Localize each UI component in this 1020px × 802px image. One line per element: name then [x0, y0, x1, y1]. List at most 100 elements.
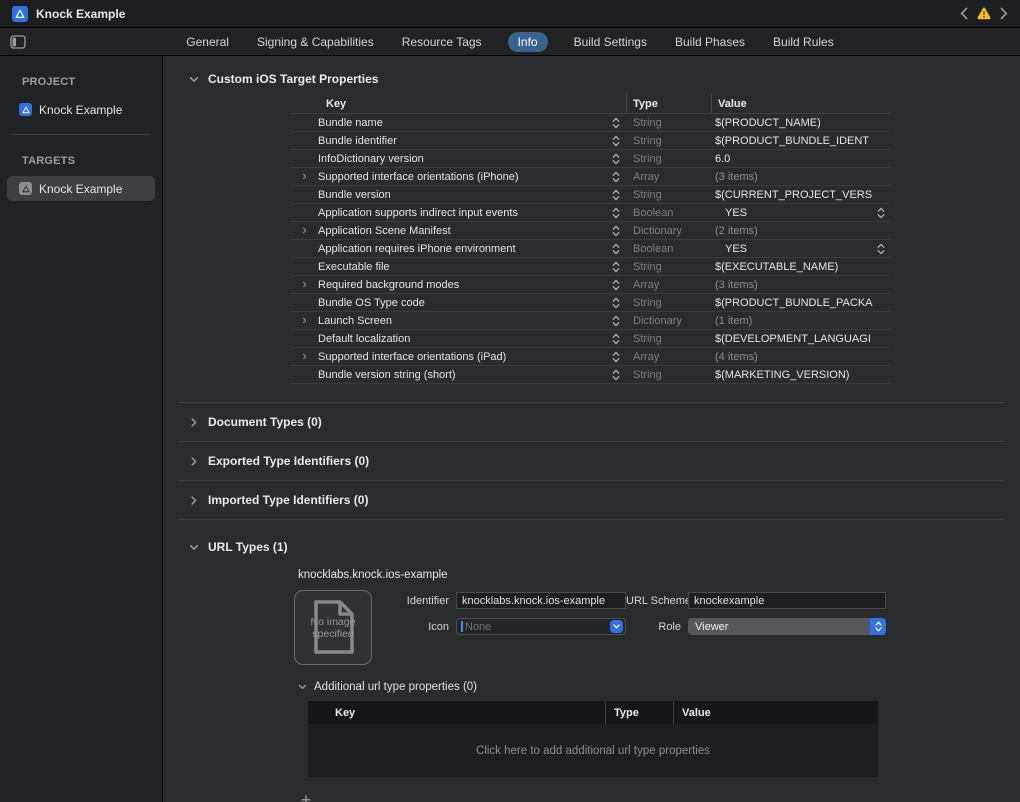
- property-key[interactable]: Application requires iPhone environment: [318, 243, 606, 255]
- row-disclosure-icon[interactable]: [291, 212, 318, 214]
- row-disclosure-icon[interactable]: ›: [291, 279, 318, 291]
- key-stepper-icon[interactable]: [606, 189, 626, 201]
- key-stepper-icon[interactable]: [606, 117, 626, 129]
- property-key[interactable]: Supported interface orientations (iPad): [318, 351, 606, 363]
- property-key[interactable]: Bundle OS Type code: [318, 297, 606, 309]
- row-disclosure-icon[interactable]: ›: [291, 351, 318, 363]
- property-value[interactable]: (4 items): [711, 351, 891, 363]
- key-stepper-icon[interactable]: [606, 279, 626, 291]
- sidebar-item-project[interactable]: Knock Example: [7, 97, 155, 122]
- table-row[interactable]: Application supports indirect input even…: [291, 204, 891, 222]
- row-disclosure-icon[interactable]: [291, 302, 318, 304]
- table-row[interactable]: Bundle version string (short) String $(M…: [291, 366, 891, 384]
- table-row[interactable]: Default localization String $(DEVELOPMEN…: [291, 330, 891, 348]
- property-value[interactable]: $(DEVELOPMENT_LANGUAGI: [711, 333, 891, 345]
- property-key[interactable]: Executable file: [318, 261, 606, 273]
- combobox-chevron-icon[interactable]: [610, 620, 623, 633]
- key-stepper-icon[interactable]: [606, 225, 626, 237]
- sidebar-item-target[interactable]: Knock Example: [7, 176, 155, 201]
- table-row[interactable]: › Supported interface orientations (iPad…: [291, 348, 891, 366]
- key-stepper-icon[interactable]: [606, 351, 626, 363]
- key-stepper-icon[interactable]: [606, 297, 626, 309]
- row-disclosure-icon[interactable]: ›: [291, 225, 318, 237]
- table-row[interactable]: › Launch Screen Dictionary (1 item): [291, 312, 891, 330]
- row-disclosure-icon[interactable]: [291, 266, 318, 268]
- property-key[interactable]: Default localization: [318, 333, 606, 345]
- row-disclosure-icon[interactable]: [291, 140, 318, 142]
- row-disclosure-icon[interactable]: [291, 374, 318, 376]
- identifier-input[interactable]: [456, 592, 626, 609]
- table-row[interactable]: InfoDictionary version String 6.0: [291, 150, 891, 168]
- property-key[interactable]: Bundle name: [318, 117, 606, 129]
- warning-icon[interactable]: [977, 7, 991, 20]
- table-row[interactable]: Bundle name String $(PRODUCT_NAME): [291, 114, 891, 132]
- row-disclosure-icon[interactable]: ›: [291, 315, 318, 327]
- table-row[interactable]: › Required background modes Array (3 ite…: [291, 276, 891, 294]
- key-stepper-icon[interactable]: [606, 369, 626, 381]
- tab-build-rules[interactable]: Build Rules: [771, 32, 836, 52]
- tab-info[interactable]: Info: [508, 32, 548, 52]
- property-value[interactable]: $(PRODUCT_BUNDLE_IDENT: [711, 135, 891, 147]
- table-row[interactable]: › Application Scene Manifest Dictionary …: [291, 222, 891, 240]
- property-value[interactable]: (3 items): [711, 279, 891, 291]
- boolean-value-popup[interactable]: YES: [711, 207, 891, 219]
- property-key[interactable]: Bundle identifier: [318, 135, 606, 147]
- key-stepper-icon[interactable]: [606, 135, 626, 147]
- property-key[interactable]: Application Scene Manifest: [318, 225, 606, 237]
- property-key[interactable]: Supported interface orientations (iPhone…: [318, 171, 606, 183]
- key-stepper-icon[interactable]: [606, 315, 626, 327]
- property-value[interactable]: $(PRODUCT_BUNDLE_PACKA: [711, 297, 891, 309]
- row-disclosure-icon[interactable]: [291, 338, 318, 340]
- boolean-value-popup[interactable]: YES: [711, 243, 891, 255]
- property-value[interactable]: $(CURRENT_PROJECT_VERS: [711, 189, 891, 201]
- url-schemes-input[interactable]: [688, 592, 886, 609]
- key-stepper-icon[interactable]: [606, 153, 626, 165]
- property-value[interactable]: (2 items): [711, 225, 891, 237]
- tab-build-phases[interactable]: Build Phases: [673, 32, 747, 52]
- key-stepper-icon[interactable]: [606, 207, 626, 219]
- property-key[interactable]: Launch Screen: [318, 315, 606, 327]
- table-row[interactable]: › Supported interface orientations (iPho…: [291, 168, 891, 186]
- key-stepper-icon[interactable]: [606, 333, 626, 345]
- key-stepper-icon[interactable]: [606, 171, 626, 183]
- section-document-types[interactable]: Document Types (0): [163, 415, 322, 429]
- property-key[interactable]: InfoDictionary version: [318, 153, 606, 165]
- section-url-types[interactable]: URL Types (1): [163, 540, 288, 554]
- role-popup-button[interactable]: Viewer: [688, 618, 886, 635]
- tab-build-settings[interactable]: Build Settings: [572, 32, 649, 52]
- nav-back-icon[interactable]: [960, 7, 968, 20]
- value-stepper-icon[interactable]: [877, 207, 885, 219]
- tab-signing-capabilities[interactable]: Signing & Capabilities: [255, 32, 376, 52]
- row-disclosure-icon[interactable]: [291, 248, 318, 250]
- nav-forward-icon[interactable]: [1000, 7, 1008, 20]
- table-row[interactable]: Bundle identifier String $(PRODUCT_BUNDL…: [291, 132, 891, 150]
- url-type-image-well[interactable]: No image specified: [294, 590, 372, 665]
- row-disclosure-icon[interactable]: [291, 122, 318, 124]
- value-stepper-icon[interactable]: [877, 243, 885, 255]
- table-row[interactable]: Executable file String $(EXECUTABLE_NAME…: [291, 258, 891, 276]
- add-url-type-button[interactable]: +: [296, 790, 316, 802]
- key-stepper-icon[interactable]: [606, 243, 626, 255]
- table-row[interactable]: Application requires iPhone environment …: [291, 240, 891, 258]
- tab-resource-tags[interactable]: Resource Tags: [400, 32, 484, 52]
- section-exported-type-identifiers[interactable]: Exported Type Identifiers (0): [163, 454, 369, 468]
- property-value[interactable]: $(MARKETING_VERSION): [711, 369, 891, 381]
- property-value[interactable]: 6.0: [711, 153, 891, 165]
- property-value[interactable]: (3 items): [711, 171, 891, 183]
- property-value[interactable]: $(EXECUTABLE_NAME): [711, 261, 891, 273]
- key-stepper-icon[interactable]: [606, 261, 626, 273]
- property-value[interactable]: $(PRODUCT_NAME): [711, 117, 891, 129]
- row-disclosure-icon[interactable]: ›: [291, 171, 318, 183]
- table-row[interactable]: Bundle version String $(CURRENT_PROJECT_…: [291, 186, 891, 204]
- additional-props-empty-state[interactable]: Click here to add additional url type pr…: [308, 724, 878, 777]
- property-value[interactable]: (1 item): [711, 315, 891, 327]
- row-disclosure-icon[interactable]: [291, 158, 318, 160]
- section-additional-url-type-properties[interactable]: Additional url type properties (0): [298, 681, 1020, 693]
- property-key[interactable]: Application supports indirect input even…: [318, 207, 606, 219]
- icon-combobox[interactable]: None: [456, 618, 626, 635]
- section-imported-type-identifiers[interactable]: Imported Type Identifiers (0): [163, 493, 368, 507]
- property-key[interactable]: Required background modes: [318, 279, 606, 291]
- tab-general[interactable]: General: [184, 32, 231, 52]
- table-row[interactable]: Bundle OS Type code String $(PRODUCT_BUN…: [291, 294, 891, 312]
- section-custom-ios-target-properties[interactable]: Custom iOS Target Properties: [163, 68, 1020, 90]
